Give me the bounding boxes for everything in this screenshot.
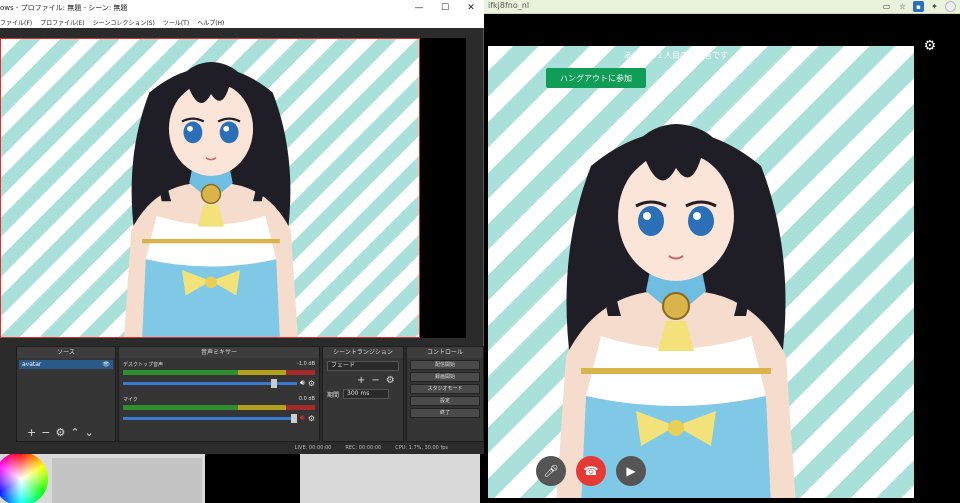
call-controls: 🎤︎ ☎︎ ▶︎ [536,456,646,486]
obs-preview-canvas[interactable] [0,38,420,338]
add-icon[interactable]: + [27,426,36,439]
settings-button[interactable]: 設定 [410,396,480,406]
participant-message: あなたは１人目の参加者です [624,51,728,60]
camera-icon[interactable]: ▶︎ [616,456,646,486]
channel-db: 0.0 dB [298,396,315,402]
add-icon[interactable]: + [357,375,365,386]
avatar-character-image [496,106,856,498]
desktop: ifkj8fno_nl ▭ ☆ ▪ ✦ あなたは１人目の参加者です ハングアウト… [0,0,960,503]
cpu-status: CPU: 1.7%, 30.00 fps [395,445,448,451]
twitter-icon[interactable]: ✦ [929,1,940,12]
remove-icon[interactable]: − [371,375,379,386]
channel-settings-gear-icon[interactable]: ⚙︎ [308,379,315,388]
obs-window: ows - プロファイル: 無題 - シーン: 無題 — ☐ ✕ ファイル(F)… [0,0,484,454]
menu-item-profile[interactable]: プロファイル(E) [40,18,84,27]
desktop-panel [52,458,202,503]
channel-db: -1.0 dB [297,361,315,367]
extension-icon[interactable]: ▪ [913,1,924,12]
audio-mixer-dock: 音声ミキサー デスクトップ音声 -1.0 dB 🔊︎ ⚙︎ マイク 0.0 dB… [118,346,320,442]
properties-gear-icon[interactable]: ⚙︎ [386,375,395,386]
close-icon[interactable]: ✕ [458,0,484,16]
bookmark-star-icon[interactable]: ☆ [897,1,908,12]
address-bar[interactable]: ifkj8fno_nl [488,1,529,10]
obs-menubar: ファイル(F) プロファイル(E) シーンコレクション(S) ツール(T) ヘル… [0,16,484,28]
source-name: avatar [22,361,42,368]
sources-toolbar: + − ⚙︎ ⌃ ⌄ [27,426,94,439]
transition-toolbar: + − ⚙︎ [357,375,403,386]
volume-slider[interactable] [123,378,297,388]
browser-window: ifkj8fno_nl ▭ ☆ ▪ ✦ あなたは１人目の参加者です ハングアウト… [480,0,960,503]
visibility-eye-icon[interactable]: 👁︎ [102,361,110,368]
source-item[interactable]: avatar 👁︎ [19,360,113,369]
channel-name: デスクトップ音声 [123,362,164,368]
controls-dock: コントロール 配信開始 録画開始 スタジオモード 設定 終了 [406,346,484,442]
mic-icon[interactable]: 🎤︎ [536,456,566,486]
speaker-icon[interactable]: 🔊︎ [300,378,305,388]
mixer-channel-mic: マイク 0.0 dB 🔊︎ ⚙︎ [123,396,315,423]
desktop-dark-area [205,452,300,503]
transition-select[interactable]: フェード [327,361,399,371]
self-video-preview: あなたは１人目の参加者です ハングアウトに参加 🎤︎ ☎︎ ▶︎ [488,46,914,498]
remove-icon[interactable]: − [41,426,50,439]
duration-label: 期間 [327,391,340,399]
join-hangout-button[interactable]: ハングアウトに参加 [546,68,646,88]
cast-icon[interactable]: ▭ [881,1,892,12]
start-streaming-button[interactable]: 配信開始 [410,360,480,370]
avatar-character-preview [61,49,361,337]
menu-item-help[interactable]: ヘルプ(H) [197,18,224,27]
transition-duration: 期間 300 ms [327,389,399,399]
browser-toolbar: ifkj8fno_nl ▭ ☆ ▪ ✦ [480,0,960,14]
mixer-channel-desktop: デスクトップ音声 -1.0 dB 🔊︎ ⚙︎ [123,361,315,388]
volume-meter [123,370,315,375]
minimize-icon[interactable]: — [406,0,432,16]
controls-title: コントロール [407,347,483,358]
maximize-icon[interactable]: ☐ [432,0,458,16]
speaker-muted-icon[interactable]: 🔊︎ [300,413,305,423]
move-down-icon[interactable]: ⌄ [85,426,94,439]
live-status: LIVE: 00:00:00 [294,445,332,451]
hangout-call-area: あなたは１人目の参加者です ハングアウトに参加 🎤︎ ☎︎ ▶︎ ⚙︎ [480,14,960,503]
properties-gear-icon[interactable]: ⚙︎ [55,426,65,439]
hangup-icon[interactable]: ☎︎ [576,456,606,486]
channel-name: マイク [123,397,138,403]
exit-button[interactable]: 終了 [410,408,480,418]
gear-icon[interactable]: ⚙︎ [923,38,936,54]
rec-status: REC: 00:00:00 [345,445,382,451]
volume-meter [123,405,315,410]
obs-preview-margin [420,38,466,338]
obs-status-bar: LIVE: 00:00:00 REC: 00:00:00 CPU: 1.7%, … [0,442,484,454]
channel-settings-gear-icon[interactable]: ⚙︎ [308,414,315,423]
menu-item-scene-collection[interactable]: シーンコレクション(S) [93,18,155,27]
window-title: ows - プロファイル: 無題 - シーン: 無題 [0,4,128,12]
mixer-title: 音声ミキサー [119,347,319,358]
move-up-icon[interactable]: ⌃ [70,426,79,439]
menu-item-tools[interactable]: ツール(T) [163,18,189,27]
studio-mode-button[interactable]: スタジオモード [410,384,480,394]
browser-extension-icons: ▭ ☆ ▪ ✦ [881,1,956,12]
scene-transitions-dock: シーントランジション フェード + − ⚙︎ 期間 300 ms [322,346,404,442]
sources-title: ソース [17,347,115,358]
duration-input[interactable]: 300 ms [343,389,390,399]
sources-dock: ソース avatar 👁︎ + − ⚙︎ ⌃ ⌄ [16,346,116,442]
menu-item-file[interactable]: ファイル(F) [0,18,32,27]
obs-docks: ソース avatar 👁︎ + − ⚙︎ ⌃ ⌄ 音声ミキサー デスクトップ音声… [0,346,484,442]
start-recording-button[interactable]: 録画開始 [410,372,480,382]
color-wheel[interactable] [0,452,48,503]
profile-avatar-icon[interactable] [945,1,956,12]
volume-slider[interactable] [123,413,297,423]
transitions-title: シーントランジション [323,347,403,358]
obs-titlebar: ows - プロファイル: 無題 - シーン: 無題 — ☐ ✕ [0,0,484,16]
